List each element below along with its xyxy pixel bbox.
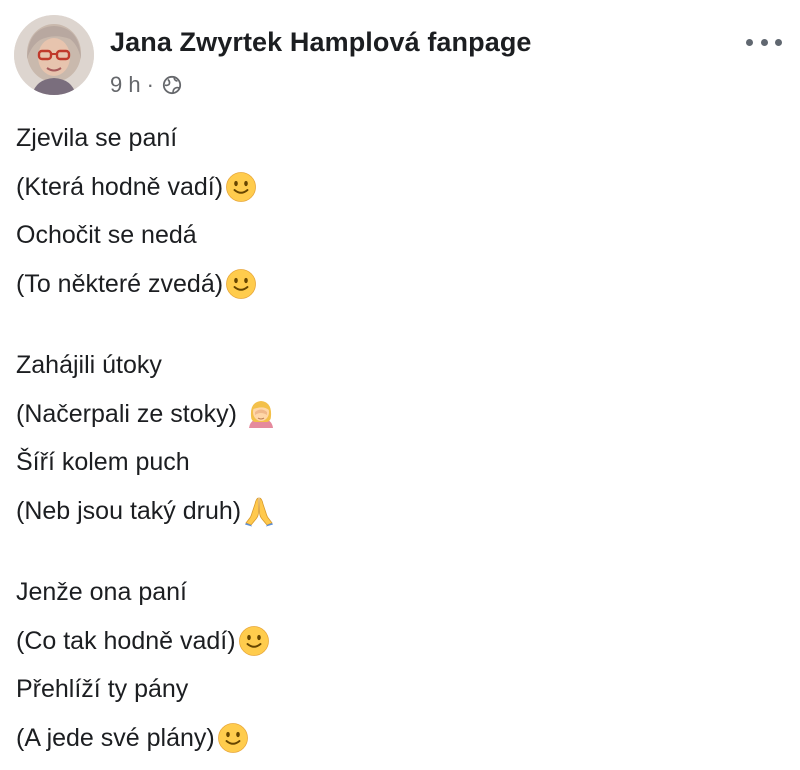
poem-line-text: (Neb jsou taký druh) [16, 496, 242, 525]
post-meta: 9 h · [110, 71, 182, 99]
poem-line: (Načerpali ze stoky) [16, 390, 776, 439]
slightly-smiling-face-icon [217, 722, 249, 754]
post-body: Zjevila se paní (Která hodně vadí) Ochoči… [16, 114, 776, 762]
author-avatar[interactable] [14, 15, 94, 95]
folded-hands-icon [243, 495, 275, 527]
post-header: Jana Zwyrtek Hamplová fanpage 9 h · [14, 15, 786, 101]
poem-line-text: (Načerpali ze stoky) [16, 399, 237, 428]
stanza-gap [16, 535, 776, 568]
poem-line-text: (Která hodně vadí) [16, 172, 224, 201]
post-timestamp[interactable]: 9 h [110, 72, 141, 98]
poem-line-text: (To některé zvedá) [16, 269, 224, 298]
poem-line-text: Zjevila se paní [16, 124, 178, 152]
author-name[interactable]: Jana Zwyrtek Hamplová fanpage [110, 27, 532, 58]
poem-line: Zjevila se paní [16, 114, 776, 163]
meta-separator: · [146, 72, 154, 97]
poem-line: (Co tak hodně vadí) [16, 617, 776, 666]
dot [760, 38, 768, 46]
dot [775, 38, 782, 46]
poem-line: (Která hodně vadí) [16, 163, 776, 212]
poem-line: (To některé zvedá) [16, 260, 776, 309]
slightly-smiling-face-icon [225, 171, 257, 203]
woman-facepalming-icon [245, 398, 277, 430]
poem-line: Zahájili útoky [16, 341, 776, 390]
facebook-post: Jana Zwyrtek Hamplová fanpage 9 h · Zjev… [0, 0, 800, 753]
poem-line-text: Šíří kolem puch [16, 448, 190, 476]
poem-line: Ochočit se nedá [16, 211, 776, 260]
stanza-gap [16, 308, 776, 341]
poem-line-text: (Co tak hodně vadí) [16, 626, 236, 655]
globe-icon[interactable] [162, 75, 182, 95]
poem-line: Jenže ona paní [16, 568, 776, 617]
poem-line-text: (A jede své plány) [16, 723, 215, 752]
slightly-smiling-face-icon [238, 625, 270, 657]
poem-line-text: Jenže ona paní [16, 578, 187, 606]
slightly-smiling-face-icon [225, 268, 257, 300]
poem-line-text: Přehlíží ty pány [16, 675, 189, 703]
poem-line: Přehlíží ty pány [16, 665, 776, 714]
more-options-icon[interactable] [746, 35, 782, 49]
poem-line: (A jede své plány) [16, 714, 776, 763]
poem-line: (Neb jsou taký druh) [16, 487, 776, 536]
poem-line-text: Zahájili útoky [16, 351, 162, 379]
poem-line-text: Ochočit se nedá [16, 221, 197, 249]
dot [746, 38, 753, 46]
poem-line: Šíří kolem puch [16, 438, 776, 487]
